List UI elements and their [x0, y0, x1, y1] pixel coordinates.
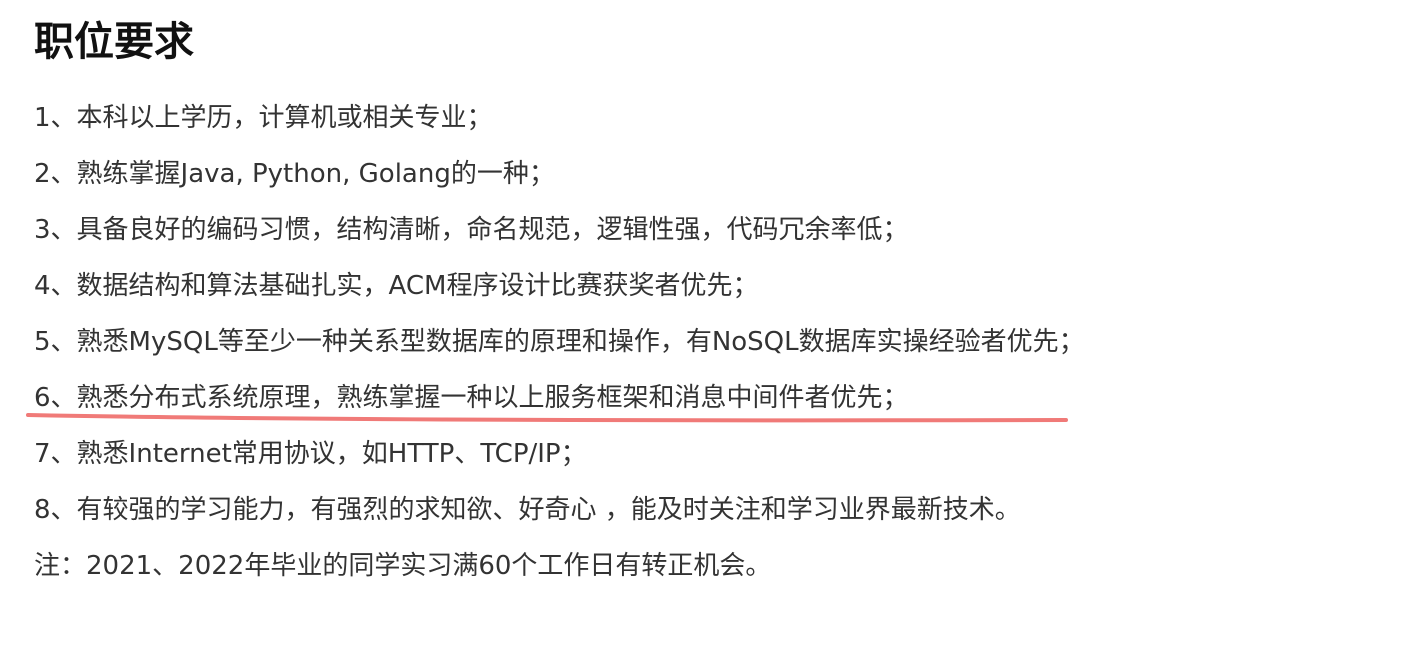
requirement-item-1: 1、本科以上学历，计算机或相关专业； [34, 103, 493, 133]
requirement-item-3: 3、具备良好的编码习惯，结构清晰，命名规范，逻辑性强，代码冗余率低； [34, 215, 909, 245]
underline-stroke [26, 413, 1068, 423]
page-title: 职位要求 [34, 19, 194, 65]
red-underline-annotation [26, 413, 1068, 423]
requirement-item-5: 5、熟悉MySQL等至少一种关系型数据库的原理和操作，有NoSQL数据库实操经验… [34, 327, 1085, 357]
requirement-item-2: 2、熟练掌握Java, Python, Golang的一种； [34, 159, 555, 189]
requirement-item-4: 4、数据结构和算法基础扎实，ACM程序设计比赛获奖者优先； [34, 271, 759, 301]
requirement-item-8: 8、有较强的学习能力，有强烈的求知欲、好奇心 ，能及时关注和学习业界最新技术。 [34, 495, 1021, 525]
requirement-item-7: 7、熟悉Internet常用协议，如HTTP、TCP/IP； [34, 439, 587, 469]
internship-note: 注：2021、2022年毕业的同学实习满60个工作日有转正机会。 [34, 551, 772, 581]
job-requirements-page: 职位要求 1、本科以上学历，计算机或相关专业； 2、熟练掌握Java, Pyth… [26, 0, 1394, 658]
requirements-list: 1、本科以上学历，计算机或相关专业； 2、熟练掌握Java, Python, G… [34, 90, 1085, 594]
